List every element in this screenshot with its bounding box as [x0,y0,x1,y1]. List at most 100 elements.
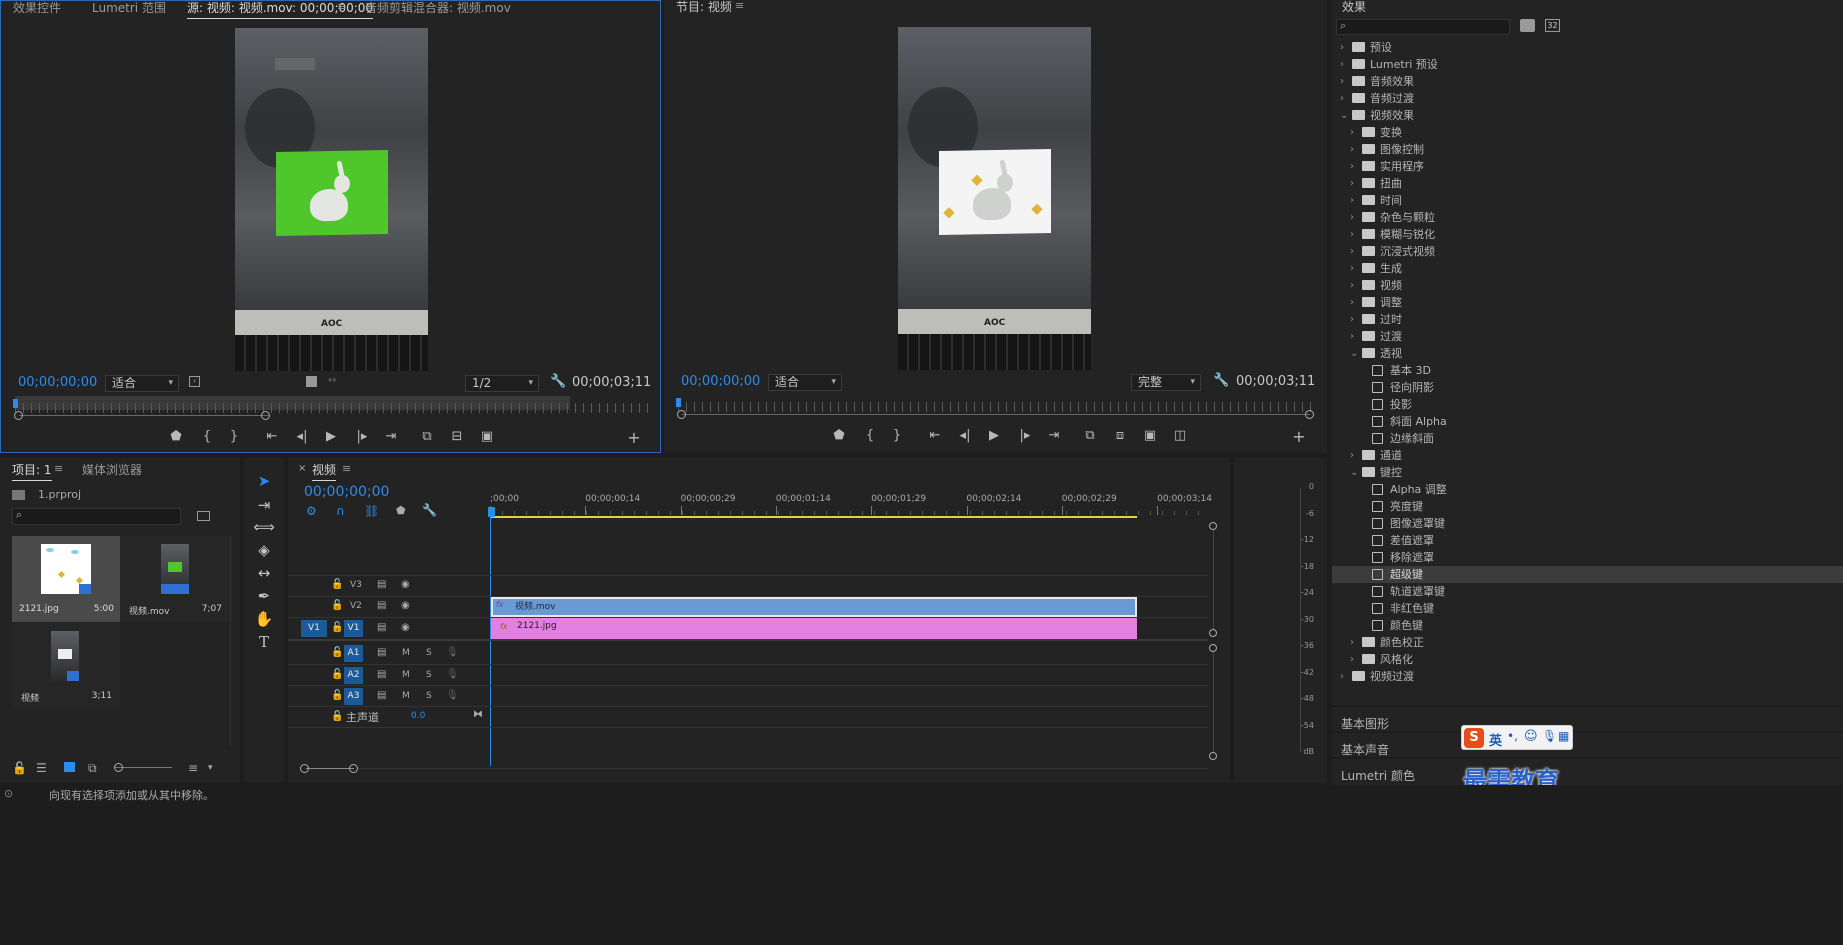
go-to-in-button[interactable]: ⇤ [924,428,946,443]
chevron-right-icon[interactable]: › [1350,294,1354,311]
mic-icon[interactable]: 🎙 [1542,729,1557,743]
effect-preset[interactable]: Alpha 调整 [1332,481,1843,498]
chevron-right-icon[interactable]: › [1350,175,1354,192]
tab-lumetri-scopes[interactable]: Lumetri 范围 [92,0,166,16]
mute-button[interactable]: M [402,691,410,701]
chevron-right-icon[interactable]: › [1340,39,1344,56]
effects-folder[interactable]: › 音频过渡 [1332,90,1843,107]
effect-preset[interactable]: 差值遮罩 [1332,532,1843,549]
effect-preset[interactable]: 颜色键 [1332,617,1843,634]
overwrite-icon[interactable]: ↔ [328,375,336,386]
vertical-zoom-handle[interactable] [1209,752,1217,760]
keyboard-icon[interactable]: ▦ [1558,729,1569,743]
effect-preset[interactable]: 斜面 Alpha [1332,413,1843,430]
vertical-zoom-handle[interactable] [1209,522,1217,530]
linked-selection-icon[interactable]: ⛓ [364,504,379,518]
snap-icon[interactable]: ∩ [336,504,345,518]
32-bit-icon[interactable]: 32 [1545,19,1560,32]
effects-folder[interactable]: › 风格化 [1332,651,1843,668]
effects-folder[interactable]: › 音频效果 [1332,73,1843,90]
program-title[interactable]: 节目: 视频 [676,0,732,15]
effect-preset[interactable]: 轨道遮罩键 [1332,583,1843,600]
effect-preset[interactable]: 投影 [1332,396,1843,413]
type-tool-icon[interactable]: T [252,633,276,651]
effects-folder[interactable]: › 预设 [1332,39,1843,56]
program-playhead[interactable] [676,398,681,407]
chevron-right-icon[interactable]: › [1350,192,1354,209]
chevron-right-icon[interactable]: › [1350,311,1354,328]
effects-search-input[interactable]: ⌕ [1336,19,1510,35]
project-search-input[interactable]: ⌕ [12,508,181,525]
lock-icon[interactable]: 🔓 [331,579,343,590]
lock-icon[interactable]: 🔓 [331,647,343,658]
chevron-right-icon[interactable]: › [1350,158,1354,175]
track-header-a1[interactable]: 🔓 A1 ▤ M S 🎙 [288,643,488,664]
zoom-slider-handle[interactable] [114,763,123,772]
add-marker-button[interactable]: ⬟ [165,429,187,444]
go-to-out-button[interactable]: ⇥ [1043,428,1065,443]
program-zoom-bar[interactable] [682,414,1310,415]
effects-folder[interactable]: › 生成 [1332,260,1843,277]
track-header-master[interactable]: 🔓 主声道 0.0 ⧓ [288,707,488,727]
panel-menu-icon[interactable]: ≡ [735,0,744,12]
eye-icon[interactable]: ◉ [401,622,410,633]
solo-button[interactable]: S [426,648,432,658]
insert-button[interactable]: ⧉ [416,429,438,444]
freeform-view-icon[interactable]: ⧉ [88,761,97,776]
effects-folder[interactable]: › 过渡 [1332,328,1843,345]
effects-folder[interactable]: › 颜色校正 [1332,634,1843,651]
chevron-down-icon[interactable]: ⌄ [1350,464,1358,481]
step-forward-button[interactable]: |▸ [1014,428,1036,443]
lock-icon[interactable]: 🔓 [331,711,343,722]
effect-preset[interactable]: 径向阴影 [1332,379,1843,396]
track-header-v1[interactable]: V1 🔓 V1 ▤ ◉ [288,618,488,639]
project-item[interactable]: 视频.mov 7;07 [120,536,230,622]
vertical-zoom-handle[interactable] [1209,644,1217,652]
selection-tool-icon[interactable]: ➤ [252,472,276,490]
mark-out-button[interactable]: } [223,429,245,444]
source-zoom-bar[interactable] [19,415,269,416]
effects-folder[interactable]: ⌄ 视频效果 [1332,107,1843,124]
track-select-tool-icon[interactable]: ⇥ [252,496,276,514]
emoji-icon[interactable]: ☺ [1524,729,1538,744]
essential-sound-section[interactable]: 基本声音 [1332,733,1843,757]
track-target-v1[interactable]: V1 [344,620,363,637]
clip-video-mov[interactable]: fx 视频.mov [491,597,1137,617]
effects-folder[interactable]: › 通道 [1332,447,1843,464]
sync-lock-icon[interactable]: ▤ [377,579,386,590]
horizontal-zoom-handle[interactable] [349,764,358,773]
effects-folder[interactable]: › 模糊与锐化 [1332,226,1843,243]
source-resolution-dropdown[interactable]: 1/2 ▾ [465,375,539,392]
master-volume[interactable]: 0.0 [411,711,425,721]
lift-button[interactable]: ⧉ [1079,428,1101,443]
sync-lock-icon[interactable]: ▤ [377,690,386,701]
sync-lock-icon[interactable]: ▤ [377,600,386,611]
eye-icon[interactable]: ◉ [401,579,410,590]
chevron-right-icon[interactable]: › [1340,90,1344,107]
tab-project[interactable]: 项目: 1 [12,461,52,481]
effect-preset[interactable]: 移除遮罩 [1332,549,1843,566]
panel-menu-icon[interactable]: ≡ [54,462,63,475]
mute-button[interactable]: M [402,648,410,658]
tab-audio-clip-mixer[interactable]: 音频剪辑混合器: 视频.mov [365,0,511,16]
play-button[interactable]: ▶ [320,429,342,444]
add-button[interactable]: + [623,428,645,447]
clip-2121-jpg[interactable]: fx 2121.jpg [491,618,1137,639]
wrench-icon[interactable]: 🔧 [422,503,437,517]
chevron-right-icon[interactable]: › [1350,447,1354,464]
horizontal-zoom-bar[interactable] [306,768,354,769]
effects-title[interactable]: 效果 [1342,0,1366,15]
effect-preset[interactable]: 非红色键 [1332,600,1843,617]
step-forward-button[interactable]: |▸ [351,429,373,444]
chevron-right-icon[interactable]: › [1340,73,1344,90]
effects-folder[interactable]: › 过时 [1332,311,1843,328]
panel-menu-icon[interactable]: ≡ [342,462,351,475]
effects-folder[interactable]: › 视频 [1332,277,1843,294]
sync-lock-icon[interactable]: ▤ [377,622,386,633]
chevron-right-icon[interactable]: › [1340,56,1344,73]
lock-icon[interactable]: 🔓 [331,622,343,633]
add-button[interactable]: + [1288,427,1310,446]
program-fit-dropdown[interactable]: 适合 ▾ [768,374,842,391]
solo-button[interactable]: S [426,670,432,680]
lock-icon[interactable]: 🔓 [331,669,343,680]
